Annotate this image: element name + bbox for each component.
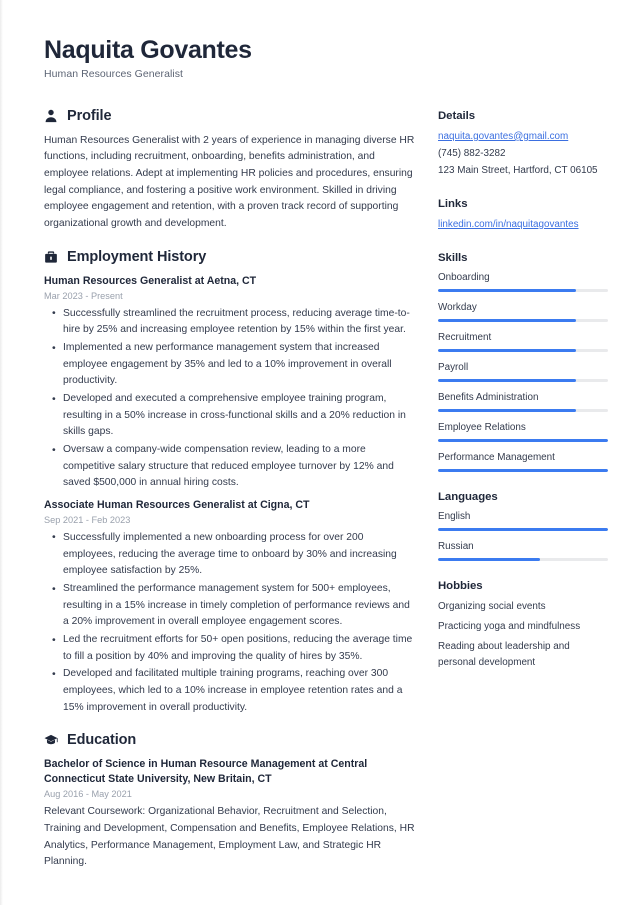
graduation-cap-icon	[44, 733, 58, 747]
language-item: Russian	[438, 540, 608, 561]
skill-item: Recruitment	[438, 331, 608, 352]
hobby-item: Reading about leadership and personal de…	[438, 640, 570, 668]
profile-text: Human Resources Generalist with 2 years …	[44, 134, 415, 230]
language-bar-fill	[438, 527, 608, 531]
skill-item: Workday	[438, 301, 608, 322]
skill-item: Benefits Administration	[438, 391, 608, 412]
entry-description: Relevant Coursework: Organizational Beha…	[44, 806, 415, 868]
section-employment: Employment History Human Resources Gener…	[44, 249, 416, 717]
skill-label: Payroll	[438, 361, 469, 373]
language-label: Russian	[438, 540, 474, 552]
skill-bar-track	[438, 439, 608, 442]
skill-bar-fill	[438, 289, 576, 292]
sidebar-languages: Languages English Russian	[438, 491, 608, 561]
skill-bar-fill	[438, 439, 608, 442]
sidebar-details: Details naquita.govantes@gmail.com (745)…	[438, 110, 608, 179]
bullet-item: Developed and executed a comprehensive e…	[52, 391, 416, 441]
skill-label: Recruitment	[438, 331, 492, 343]
entry-date: Aug 2016 - May 2021	[44, 789, 132, 800]
sidebar-title-skills: Skills	[438, 251, 468, 264]
entry-bullets: Successfully implemented a new onboardin…	[44, 529, 416, 716]
phone-text: (745) 882-3282	[438, 147, 506, 159]
bullet-item: Developed and facilitated multiple train…	[52, 666, 416, 716]
skill-label: Performance Management	[438, 451, 555, 463]
skill-label: Workday	[438, 301, 477, 313]
address-text: 123 Main Street, Hartford, CT 06105	[438, 164, 598, 176]
language-bar-track	[438, 557, 608, 561]
language-bar-track	[438, 527, 608, 531]
skill-bar-fill	[438, 409, 576, 412]
candidate-job-title: Human Resources Generalist	[44, 67, 184, 80]
section-profile: Profile Human Resources Generalist with …	[44, 108, 416, 233]
skill-bar-fill	[438, 469, 608, 472]
skill-bar-track	[438, 319, 608, 322]
language-label: English	[438, 510, 471, 522]
resume-page: Naquita Govantes Human Resources General…	[0, 0, 640, 905]
skill-bar-fill	[438, 319, 576, 322]
employment-entry: Human Resources Generalist at Aetna, CT …	[44, 274, 416, 492]
sidebar-title-hobbies: Hobbies	[438, 579, 483, 592]
entry-date: Sep 2021 - Feb 2023	[44, 515, 131, 526]
section-title-profile: Profile	[67, 107, 112, 124]
skill-bar-fill	[438, 349, 576, 352]
language-item: English	[438, 510, 608, 531]
briefcase-icon	[44, 250, 58, 264]
employment-entry: Associate Human Resources Generalist at …	[44, 498, 416, 716]
bullet-item: Streamlined the performance management s…	[52, 580, 416, 631]
sidebar-skills: Skills Onboarding Workday Recruitment Pa…	[438, 252, 608, 472]
person-icon	[44, 109, 58, 123]
bullet-item: Oversaw a company-wide compensation revi…	[52, 442, 416, 492]
section-header-profile: Profile	[44, 108, 416, 124]
skill-bar-track	[438, 289, 608, 292]
section-title-education: Education	[67, 732, 137, 749]
skill-item: Onboarding	[438, 271, 608, 292]
skill-item: Payroll	[438, 361, 608, 382]
skill-label: Employee Relations	[438, 421, 526, 433]
sidebar-links: Links linkedin.com/in/naquitagovantes	[438, 198, 608, 233]
sidebar-column: Details naquita.govantes@gmail.com (745)…	[438, 108, 608, 690]
sidebar-title-details: Details	[438, 109, 476, 122]
skill-bar-track	[438, 379, 608, 382]
bullet-item: Successfully implemented a new onboardin…	[52, 529, 416, 580]
skill-item: Employee Relations	[438, 421, 608, 442]
skill-bar-track	[438, 469, 608, 472]
sidebar-title-languages: Languages	[438, 490, 498, 503]
section-education: Education Bachelor of Science in Human R…	[44, 732, 416, 871]
email-link[interactable]: naquita.govantes@gmail.com	[438, 129, 608, 145]
section-title-employment: Employment History	[67, 248, 207, 265]
skill-label: Onboarding	[438, 271, 490, 283]
candidate-name: Naquita Govantes	[44, 36, 252, 64]
bullet-item: Successfully streamlined the recruitment…	[52, 305, 416, 339]
education-entry: Bachelor of Science in Human Resource Ma…	[44, 757, 416, 871]
sidebar-title-links: Links	[438, 197, 468, 210]
skill-bar-fill	[438, 379, 576, 382]
bullet-item: Led the recruitment efforts for 50+ open…	[52, 632, 416, 665]
main-column: Profile Human Resources Generalist with …	[44, 108, 416, 887]
hobby-item: Practicing yoga and mindfulness	[438, 620, 581, 632]
sidebar-hobbies: Hobbies Organizing social events Practic…	[438, 580, 608, 671]
language-bar-fill	[438, 557, 540, 561]
entry-title: Human Resources Generalist at Aetna, CT	[44, 274, 257, 287]
entry-date: Mar 2023 - Present	[44, 290, 123, 301]
entry-bullets: Successfully streamlined the recruitment…	[44, 305, 416, 492]
bullet-item: Implemented a new performance management…	[52, 340, 416, 390]
resume-header: Naquita Govantes Human Resources General…	[44, 36, 596, 80]
skill-label: Benefits Administration	[438, 391, 539, 403]
section-header-education: Education	[44, 732, 416, 748]
skill-item: Performance Management	[438, 451, 608, 472]
linkedin-link[interactable]: linkedin.com/in/naquitagovantes	[438, 217, 608, 233]
entry-title: Associate Human Resources Generalist at …	[44, 499, 310, 512]
resume-body: Profile Human Resources Generalist with …	[44, 108, 608, 887]
section-header-employment: Employment History	[44, 249, 416, 265]
hobby-item: Organizing social events	[438, 600, 546, 612]
skill-bar-track	[438, 349, 608, 352]
entry-title: Bachelor of Science in Human Resource Ma…	[44, 758, 368, 786]
skill-bar-track	[438, 409, 608, 412]
